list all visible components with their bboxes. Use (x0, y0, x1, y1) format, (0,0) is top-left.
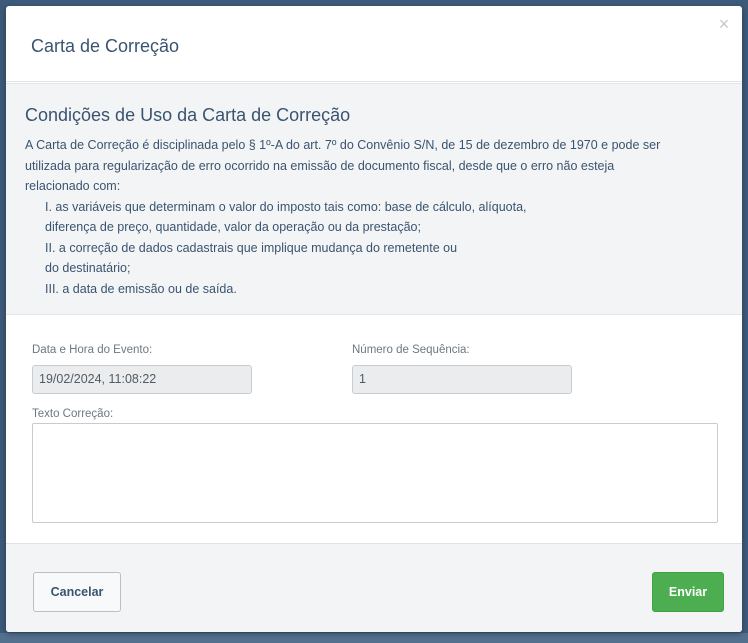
conditions-body: A Carta de Correção é disciplinada pelo … (25, 135, 725, 299)
correction-letter-modal: Carta de Correção × Condições de Uso da … (6, 6, 742, 632)
conditions-intro-line: A Carta de Correção é disciplinada pelo … (25, 138, 661, 152)
sequence-number-label: Número de Sequência: (352, 344, 470, 356)
modal-header: Carta de Correção × (6, 6, 742, 82)
conditions-list-item: do destinatário; (45, 261, 131, 275)
conditions-list-item: III. a data de emissão ou de saída. (45, 281, 237, 296)
cancel-button[interactable]: Cancelar (33, 572, 121, 612)
send-button[interactable]: Enviar (652, 572, 724, 612)
conditions-list-item: II. a correção de dados cadastrais que i… (45, 240, 458, 255)
conditions-intro-line: utilizada para regularização de erro oco… (25, 158, 615, 173)
correction-text-input[interactable] (32, 423, 718, 523)
close-icon[interactable]: × (716, 15, 732, 33)
modal-backdrop (0, 633, 748, 643)
conditions-list-item: I. as variáveis que determinam o valor d… (45, 199, 527, 214)
modal-footer: Cancelar Enviar (6, 543, 742, 632)
conditions-title: Condições de Uso da Carta de Correção (25, 105, 351, 125)
correction-form: Data e Hora do Evento: 19/02/2024, 11:08… (6, 314, 742, 544)
sequence-number-field[interactable]: 1 (352, 365, 572, 394)
correction-text-label: Texto Correção: (32, 408, 114, 420)
conditions-panel: Condições de Uso da Carta de Correção A … (6, 83, 742, 315)
conditions-intro-line: relacionado com: (25, 179, 121, 193)
event-datetime-label: Data e Hora do Evento: (32, 344, 153, 356)
modal-title: Carta de Correção (31, 36, 180, 56)
event-datetime-field[interactable]: 19/02/2024, 11:08:22 (32, 365, 252, 394)
conditions-list: I. as variáveis que determinam o valor d… (25, 197, 725, 300)
conditions-list-item: diferença de preço, quantidade, valor da… (45, 220, 421, 234)
